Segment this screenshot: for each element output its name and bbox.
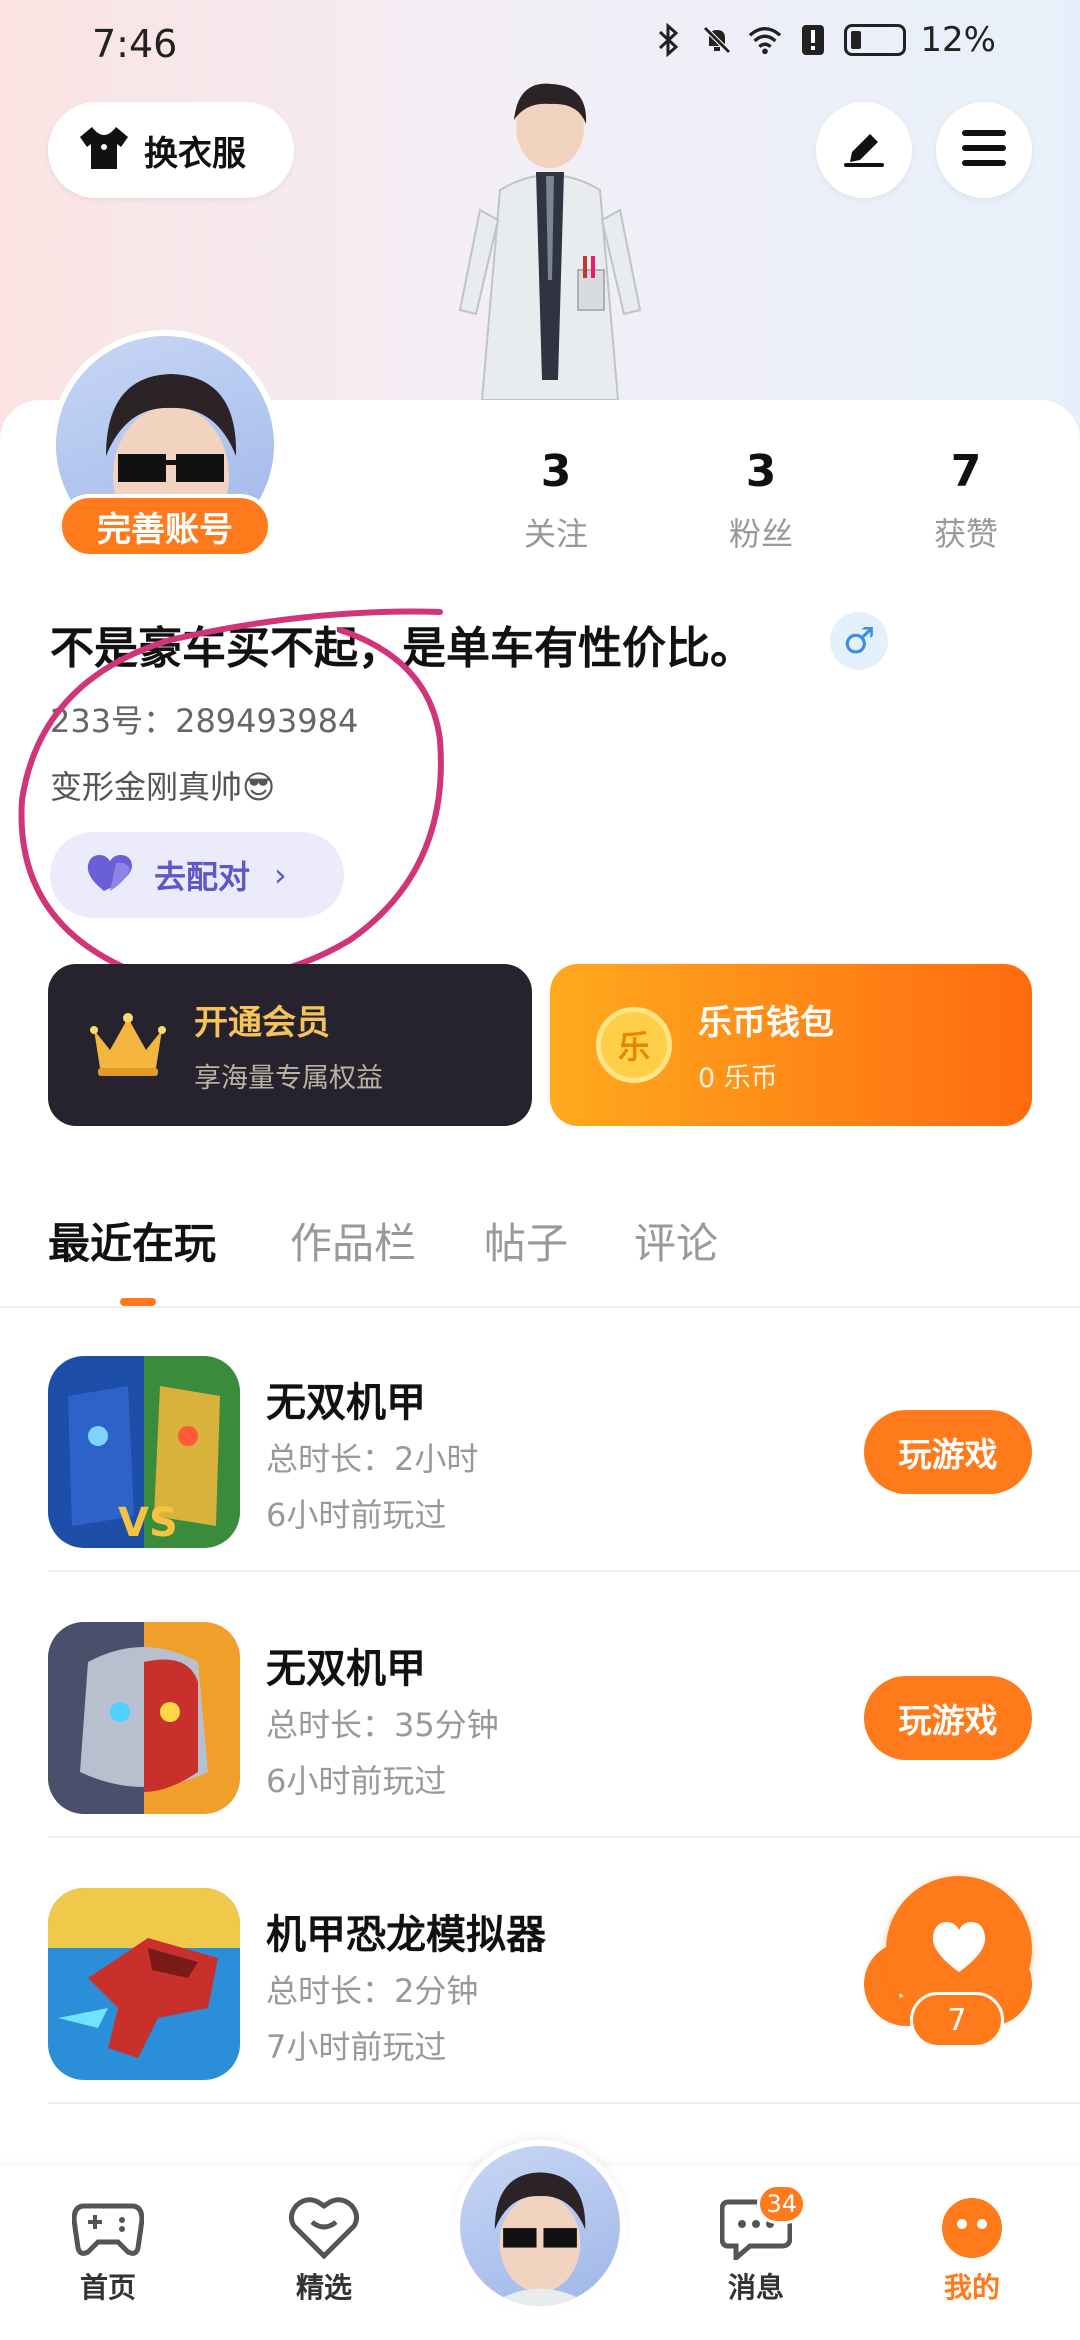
game-last-played: 7小时前玩过	[266, 2028, 447, 2066]
crown-icon	[90, 1013, 166, 1076]
likes-count: 7	[950, 446, 982, 497]
bluetooth-icon	[652, 23, 686, 57]
followers-count: 3	[745, 446, 777, 497]
change-outfit-button[interactable]: 换衣服	[48, 102, 294, 198]
character-figure	[458, 83, 642, 401]
gamepad-icon	[71, 2196, 145, 2260]
battery-level: 12%	[920, 20, 996, 60]
game-duration: 总时长：35分钟	[266, 1706, 499, 1744]
vip-subtitle: 享海量专属权益	[194, 1063, 383, 1094]
stat-following[interactable]: 3 关注	[476, 446, 636, 555]
game-duration: 总时长：2小时	[266, 1440, 479, 1478]
tab-recently-played[interactable]: 最近在玩	[48, 1210, 216, 1271]
alert-icon	[796, 23, 830, 57]
pencil-icon	[842, 128, 886, 172]
profile-face-icon	[936, 2196, 1008, 2260]
following-count: 3	[540, 446, 572, 497]
center-avatar-image	[487, 2172, 593, 2306]
status-icons: 12%	[652, 20, 996, 60]
game-last-played: 6小时前玩过	[266, 1496, 447, 1534]
game-last-played: 6小时前玩过	[266, 1762, 447, 1800]
svg-text:VS: VS	[118, 1500, 178, 1546]
vip-title: 开通会员	[194, 1003, 330, 1043]
nav-me-label: 我的	[943, 2271, 1000, 2304]
followers-label: 粉丝	[728, 515, 793, 553]
game-row[interactable]: 无双机甲 总时长：35分钟 6小时前玩过 玩游戏	[0, 1572, 1080, 1838]
status-time: 7:46	[92, 22, 178, 66]
mute-bell-icon	[700, 23, 734, 57]
profile-tabs: 最近在玩 作品栏 帖子 评论	[0, 1210, 1080, 1310]
tshirt-icon	[78, 125, 130, 175]
following-label: 关注	[523, 515, 588, 553]
wallet-title: 乐币钱包	[698, 1003, 834, 1043]
edit-profile-button[interactable]	[816, 102, 912, 198]
coin-icon: 乐	[596, 1007, 672, 1083]
status-bar: 7:46 12%	[0, 0, 1080, 90]
stat-likes[interactable]: 7 获赞	[886, 446, 1046, 555]
nav-messages[interactable]: 34 消息	[686, 2184, 826, 2306]
wallet-balance: 0 乐币	[698, 1063, 778, 1094]
row-divider	[48, 2102, 1080, 2104]
vip-membership-card[interactable]: 开通会员 享海量专属权益	[48, 964, 532, 1126]
tab-posts[interactable]: 帖子	[484, 1210, 568, 1271]
heart-icon	[929, 1920, 989, 1978]
coin-wallet-card[interactable]: 乐 乐币钱包 0 乐币	[550, 964, 1032, 1126]
game-row[interactable]: VS 无双机甲 总时长：2小时 6小时前玩过 玩游戏	[0, 1306, 1080, 1572]
play-game-button[interactable]: 玩游戏	[864, 1676, 1032, 1760]
message-icon: 34	[719, 2184, 806, 2264]
game-title: 机甲恐龙模拟器	[266, 1912, 546, 1958]
male-gender-icon: ♂	[830, 612, 888, 670]
change-outfit-label: 换衣服	[144, 133, 246, 174]
battery-icon	[844, 24, 907, 56]
game-title: 无双机甲	[266, 1646, 426, 1692]
nav-home-label: 首页	[79, 2271, 136, 2304]
nav-featured-label: 精选	[295, 2271, 352, 2304]
message-count-badge: 34	[757, 2184, 806, 2224]
complete-account-badge[interactable]: 完善账号	[58, 494, 272, 558]
nav-me[interactable]: 我的	[902, 2196, 1042, 2306]
annotation-circle	[18, 608, 444, 983]
heart-chat-icon	[288, 2196, 360, 2260]
game-duration: 总时长：2分钟	[266, 1972, 479, 2010]
hamburger-menu-icon	[962, 130, 1006, 170]
tab-comments[interactable]: 评论	[634, 1210, 718, 1271]
nav-home[interactable]: 首页	[38, 2196, 178, 2306]
game-icon-dino-mecha	[48, 1888, 240, 2080]
nav-messages-label: 消息	[727, 2271, 784, 2304]
tab-indicator	[120, 1298, 156, 1306]
nav-featured[interactable]: 精选	[254, 2196, 394, 2306]
tab-works[interactable]: 作品栏	[290, 1210, 416, 1271]
game-icon-mecha-2	[48, 1622, 240, 1814]
likes-label: 获赞	[933, 515, 998, 553]
like-count-badge: 7	[910, 1992, 1004, 2048]
play-game-button[interactable]: 玩游戏	[864, 1410, 1032, 1494]
wifi-icon	[748, 23, 782, 57]
nav-center-avatar-button[interactable]	[454, 2140, 626, 2312]
menu-button[interactable]	[936, 102, 1032, 198]
game-title: 无双机甲	[266, 1380, 426, 1426]
stat-followers[interactable]: 3 粉丝	[681, 446, 841, 555]
game-icon-mecha: VS	[48, 1356, 240, 1548]
